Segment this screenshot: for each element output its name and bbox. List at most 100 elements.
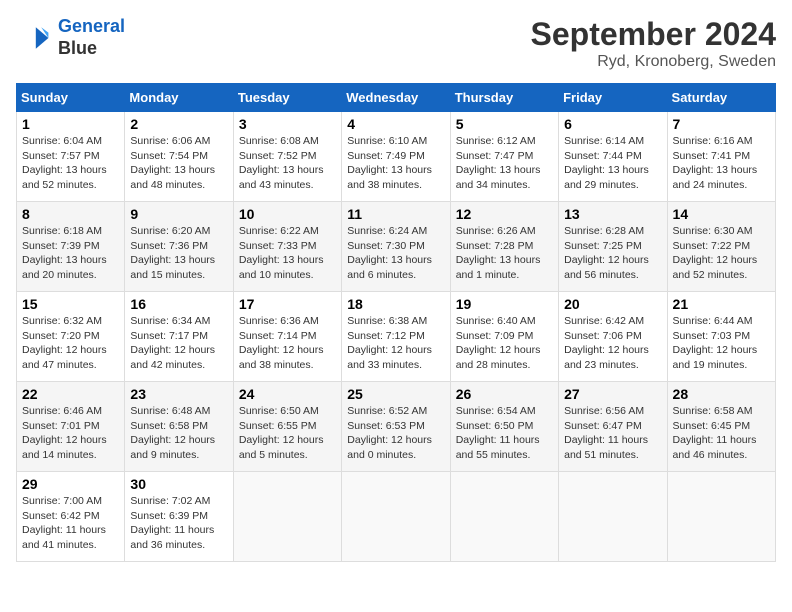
- day-detail: Sunrise: 6:26 AMSunset: 7:28 PMDaylight:…: [456, 225, 541, 281]
- day-cell: 26 Sunrise: 6:54 AMSunset: 6:50 PMDaylig…: [450, 382, 558, 472]
- day-number: 19: [456, 296, 553, 312]
- col-header-saturday: Saturday: [667, 84, 775, 112]
- day-cell: 13 Sunrise: 6:28 AMSunset: 7:25 PMDaylig…: [559, 202, 667, 292]
- day-cell: 21 Sunrise: 6:44 AMSunset: 7:03 PMDaylig…: [667, 292, 775, 382]
- day-detail: Sunrise: 6:22 AMSunset: 7:33 PMDaylight:…: [239, 225, 324, 281]
- day-detail: Sunrise: 7:00 AMSunset: 6:42 PMDaylight:…: [22, 495, 106, 551]
- day-cell: 9 Sunrise: 6:20 AMSunset: 7:36 PMDayligh…: [125, 202, 233, 292]
- day-detail: Sunrise: 6:10 AMSunset: 7:49 PMDaylight:…: [347, 135, 432, 191]
- col-header-tuesday: Tuesday: [233, 84, 341, 112]
- day-cell: 5 Sunrise: 6:12 AMSunset: 7:47 PMDayligh…: [450, 112, 558, 202]
- day-detail: Sunrise: 6:34 AMSunset: 7:17 PMDaylight:…: [130, 315, 215, 371]
- day-detail: Sunrise: 6:52 AMSunset: 6:53 PMDaylight:…: [347, 405, 432, 461]
- day-cell: [342, 472, 450, 562]
- day-detail: Sunrise: 6:18 AMSunset: 7:39 PMDaylight:…: [22, 225, 107, 281]
- day-number: 25: [347, 386, 444, 402]
- header-row: SundayMondayTuesdayWednesdayThursdayFrid…: [17, 84, 776, 112]
- day-number: 5: [456, 116, 553, 132]
- day-number: 18: [347, 296, 444, 312]
- col-header-friday: Friday: [559, 84, 667, 112]
- col-header-wednesday: Wednesday: [342, 84, 450, 112]
- day-detail: Sunrise: 6:24 AMSunset: 7:30 PMDaylight:…: [347, 225, 432, 281]
- day-number: 23: [130, 386, 227, 402]
- day-number: 12: [456, 206, 553, 222]
- day-detail: Sunrise: 6:30 AMSunset: 7:22 PMDaylight:…: [673, 225, 758, 281]
- day-cell: 7 Sunrise: 6:16 AMSunset: 7:41 PMDayligh…: [667, 112, 775, 202]
- day-number: 9: [130, 206, 227, 222]
- day-number: 17: [239, 296, 336, 312]
- day-number: 10: [239, 206, 336, 222]
- day-cell: [667, 472, 775, 562]
- day-cell: 8 Sunrise: 6:18 AMSunset: 7:39 PMDayligh…: [17, 202, 125, 292]
- day-detail: Sunrise: 6:06 AMSunset: 7:54 PMDaylight:…: [130, 135, 215, 191]
- day-cell: 24 Sunrise: 6:50 AMSunset: 6:55 PMDaylig…: [233, 382, 341, 472]
- day-cell: [233, 472, 341, 562]
- day-cell: 16 Sunrise: 6:34 AMSunset: 7:17 PMDaylig…: [125, 292, 233, 382]
- page-header: General Blue September 2024 Ryd, Kronobe…: [16, 16, 776, 71]
- day-cell: 19 Sunrise: 6:40 AMSunset: 7:09 PMDaylig…: [450, 292, 558, 382]
- week-row-2: 8 Sunrise: 6:18 AMSunset: 7:39 PMDayligh…: [17, 202, 776, 292]
- day-cell: 10 Sunrise: 6:22 AMSunset: 7:33 PMDaylig…: [233, 202, 341, 292]
- day-detail: Sunrise: 6:04 AMSunset: 7:57 PMDaylight:…: [22, 135, 107, 191]
- title-block: September 2024 Ryd, Kronoberg, Sweden: [531, 16, 776, 71]
- day-number: 28: [673, 386, 770, 402]
- day-number: 13: [564, 206, 661, 222]
- day-cell: 29 Sunrise: 7:00 AMSunset: 6:42 PMDaylig…: [17, 472, 125, 562]
- day-number: 1: [22, 116, 119, 132]
- week-row-3: 15 Sunrise: 6:32 AMSunset: 7:20 PMDaylig…: [17, 292, 776, 382]
- day-cell: 6 Sunrise: 6:14 AMSunset: 7:44 PMDayligh…: [559, 112, 667, 202]
- day-detail: Sunrise: 6:38 AMSunset: 7:12 PMDaylight:…: [347, 315, 432, 371]
- day-detail: Sunrise: 6:50 AMSunset: 6:55 PMDaylight:…: [239, 405, 324, 461]
- day-cell: [450, 472, 558, 562]
- day-number: 26: [456, 386, 553, 402]
- day-number: 8: [22, 206, 119, 222]
- week-row-4: 22 Sunrise: 6:46 AMSunset: 7:01 PMDaylig…: [17, 382, 776, 472]
- day-cell: 20 Sunrise: 6:42 AMSunset: 7:06 PMDaylig…: [559, 292, 667, 382]
- logo-line1: General: [58, 16, 125, 38]
- day-detail: Sunrise: 6:32 AMSunset: 7:20 PMDaylight:…: [22, 315, 107, 371]
- logo-icon: [16, 20, 52, 56]
- day-number: 6: [564, 116, 661, 132]
- day-number: 30: [130, 476, 227, 492]
- calendar-table: SundayMondayTuesdayWednesdayThursdayFrid…: [16, 83, 776, 562]
- day-detail: Sunrise: 6:14 AMSunset: 7:44 PMDaylight:…: [564, 135, 649, 191]
- day-cell: 28 Sunrise: 6:58 AMSunset: 6:45 PMDaylig…: [667, 382, 775, 472]
- day-detail: Sunrise: 6:28 AMSunset: 7:25 PMDaylight:…: [564, 225, 649, 281]
- day-cell: 12 Sunrise: 6:26 AMSunset: 7:28 PMDaylig…: [450, 202, 558, 292]
- day-detail: Sunrise: 6:36 AMSunset: 7:14 PMDaylight:…: [239, 315, 324, 371]
- day-cell: 2 Sunrise: 6:06 AMSunset: 7:54 PMDayligh…: [125, 112, 233, 202]
- day-detail: Sunrise: 6:20 AMSunset: 7:36 PMDaylight:…: [130, 225, 215, 281]
- day-cell: 1 Sunrise: 6:04 AMSunset: 7:57 PMDayligh…: [17, 112, 125, 202]
- day-detail: Sunrise: 6:56 AMSunset: 6:47 PMDaylight:…: [564, 405, 648, 461]
- day-cell: 4 Sunrise: 6:10 AMSunset: 7:49 PMDayligh…: [342, 112, 450, 202]
- day-number: 15: [22, 296, 119, 312]
- day-detail: Sunrise: 6:48 AMSunset: 6:58 PMDaylight:…: [130, 405, 215, 461]
- day-number: 20: [564, 296, 661, 312]
- day-cell: [559, 472, 667, 562]
- day-detail: Sunrise: 6:46 AMSunset: 7:01 PMDaylight:…: [22, 405, 107, 461]
- day-detail: Sunrise: 7:02 AMSunset: 6:39 PMDaylight:…: [130, 495, 214, 551]
- day-cell: 23 Sunrise: 6:48 AMSunset: 6:58 PMDaylig…: [125, 382, 233, 472]
- col-header-thursday: Thursday: [450, 84, 558, 112]
- day-number: 29: [22, 476, 119, 492]
- day-cell: 27 Sunrise: 6:56 AMSunset: 6:47 PMDaylig…: [559, 382, 667, 472]
- day-detail: Sunrise: 6:12 AMSunset: 7:47 PMDaylight:…: [456, 135, 541, 191]
- day-detail: Sunrise: 6:40 AMSunset: 7:09 PMDaylight:…: [456, 315, 541, 371]
- day-detail: Sunrise: 6:08 AMSunset: 7:52 PMDaylight:…: [239, 135, 324, 191]
- week-row-1: 1 Sunrise: 6:04 AMSunset: 7:57 PMDayligh…: [17, 112, 776, 202]
- day-number: 3: [239, 116, 336, 132]
- day-number: 21: [673, 296, 770, 312]
- day-cell: 18 Sunrise: 6:38 AMSunset: 7:12 PMDaylig…: [342, 292, 450, 382]
- day-cell: 17 Sunrise: 6:36 AMSunset: 7:14 PMDaylig…: [233, 292, 341, 382]
- day-number: 24: [239, 386, 336, 402]
- logo: General Blue: [16, 16, 125, 59]
- day-detail: Sunrise: 6:54 AMSunset: 6:50 PMDaylight:…: [456, 405, 540, 461]
- day-cell: 22 Sunrise: 6:46 AMSunset: 7:01 PMDaylig…: [17, 382, 125, 472]
- day-number: 14: [673, 206, 770, 222]
- day-detail: Sunrise: 6:16 AMSunset: 7:41 PMDaylight:…: [673, 135, 758, 191]
- month-title: September 2024: [531, 16, 776, 53]
- day-number: 27: [564, 386, 661, 402]
- logo-line2: Blue: [58, 38, 125, 60]
- day-number: 11: [347, 206, 444, 222]
- col-header-sunday: Sunday: [17, 84, 125, 112]
